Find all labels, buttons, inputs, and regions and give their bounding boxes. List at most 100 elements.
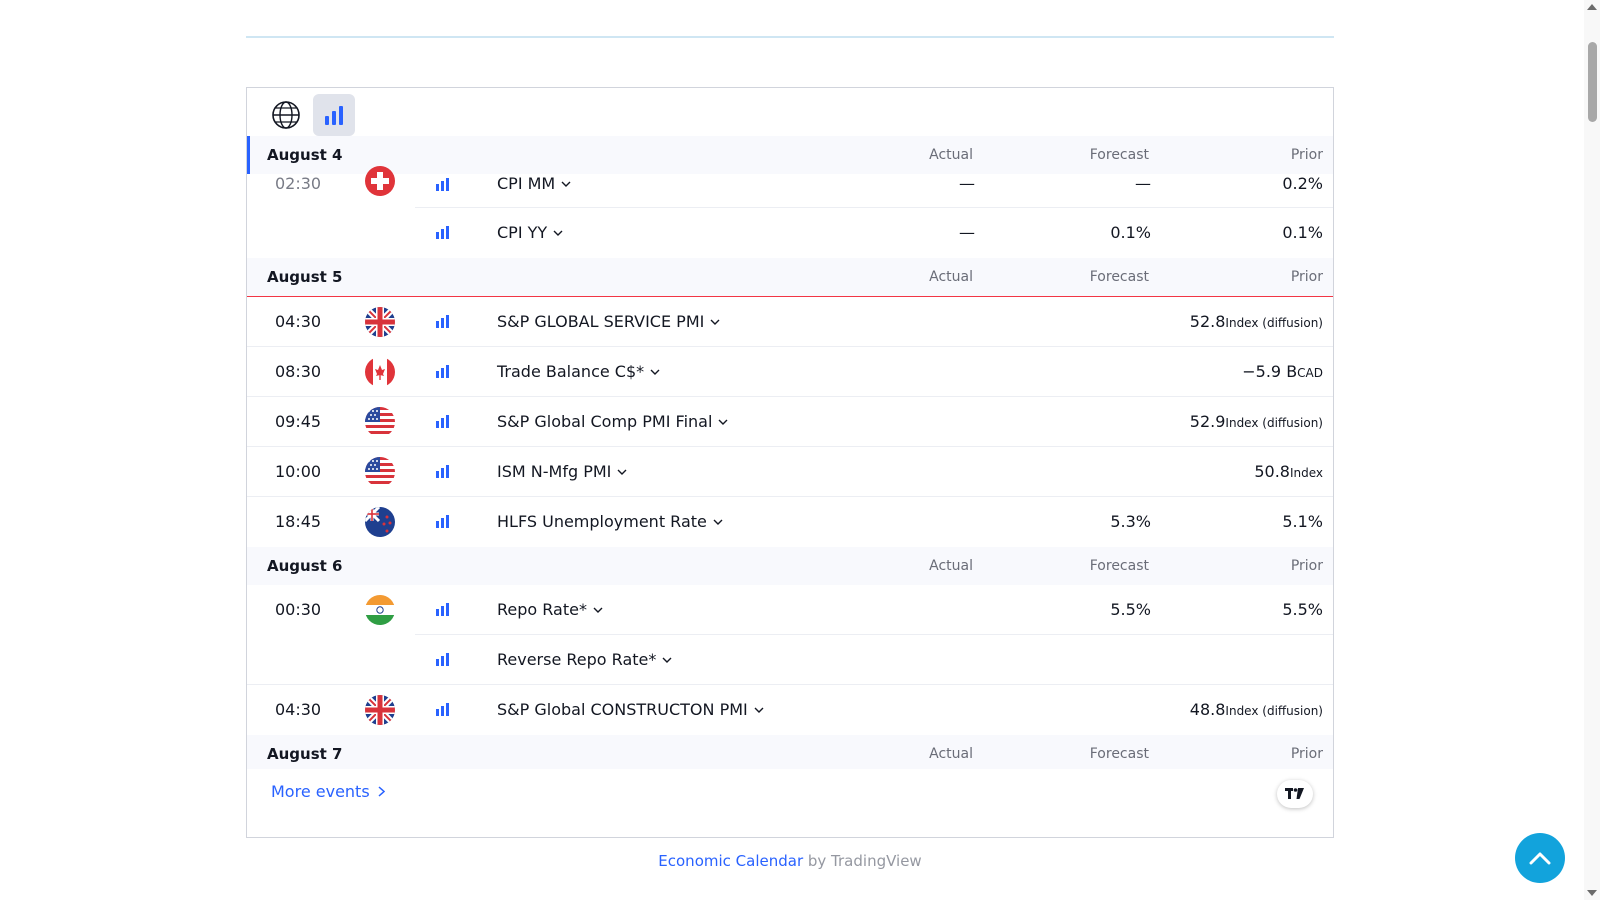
event-title[interactable]: Reverse Repo Rate* [497, 650, 672, 669]
event-row[interactable]: 08:30 Trade Balance C$* −5.9 BCAD [247, 347, 1333, 397]
event-forecast: 5.3% [1110, 512, 1151, 531]
event-prior: 52.8Index (diffusion) [1190, 312, 1323, 331]
event-time: 00:30 [275, 600, 322, 619]
event-title-text: ISM N-Mfg PMI [497, 462, 612, 481]
event-title-text: S&P Global Comp PMI Final [497, 412, 713, 431]
event-title-text: Reverse Repo Rate* [497, 650, 657, 669]
chevron-down-icon [617, 469, 627, 475]
event-time: 08:30 [275, 362, 322, 381]
event-forecast: 5.5% [1110, 600, 1151, 619]
date-label: August 5 [267, 268, 343, 286]
event-title[interactable]: Trade Balance C$* [497, 362, 660, 381]
actual-column-header: Actual [929, 558, 973, 574]
event-title-text: S&P Global CONSTRUCTON PMI [497, 700, 748, 719]
importance-icon [436, 363, 450, 382]
tradingview-logo-icon [1285, 788, 1304, 799]
scrollbar-thumb[interactable] [1588, 42, 1597, 122]
event-prior: −5.9 BCAD [1242, 362, 1323, 381]
event-row[interactable]: Reverse Repo Rate* [247, 635, 1333, 685]
event-actual: — [959, 223, 975, 242]
prior-value: 48.8 [1189, 700, 1226, 719]
event-title-text: Trade Balance C$* [497, 362, 645, 381]
event-title-text: CPI MM [497, 174, 556, 193]
chevron-down-icon [561, 181, 571, 187]
chevron-down-icon [593, 607, 603, 613]
chevron-down-icon [713, 519, 723, 525]
chevron-down-icon [650, 369, 660, 375]
globe-icon [272, 101, 300, 129]
event-row[interactable]: 04:30 S&P Global CONSTRUCTON PMI 48.8Ind… [247, 685, 1333, 735]
prior-unit: Index (diffusion) [1225, 316, 1323, 330]
bar-chart-icon [325, 106, 343, 125]
importance-icon [436, 313, 450, 332]
event-title[interactable]: S&P GLOBAL SERVICE PMI [497, 312, 720, 331]
event-title[interactable]: ISM N-Mfg PMI [497, 462, 627, 481]
uk-flag-icon [365, 695, 395, 725]
event-title[interactable]: HLFS Unemployment Rate [497, 512, 723, 531]
actual-column-header: Actual [929, 147, 973, 163]
event-prior: 0.1% [1282, 223, 1323, 242]
importance-icon [436, 701, 450, 720]
prior-column-header: Prior [1290, 147, 1323, 163]
event-time: 10:00 [275, 462, 322, 481]
prior-value: 52.8 [1189, 312, 1226, 331]
chevron-down-icon [718, 419, 728, 425]
date-header: August 4 Actual Forecast Prior [247, 136, 1333, 174]
event-row[interactable]: CPI YY — 0.1% 0.1% [247, 208, 1333, 258]
more-events-label: More events [271, 782, 370, 801]
economic-calendar-link[interactable]: Economic Calendar [658, 852, 803, 870]
prior-column-header: Prior [1290, 558, 1323, 574]
event-row[interactable]: 00:30 Repo Rate* 5.5% 5.5% [247, 585, 1333, 635]
date-header: August 5 Actual Forecast Prior [247, 258, 1333, 297]
scroll-down-arrow-icon[interactable] [1587, 890, 1597, 896]
canada-flag-icon [365, 357, 395, 387]
footer-suffix: by TradingView [803, 852, 922, 870]
event-title[interactable]: CPI YY [497, 223, 563, 242]
event-row[interactable]: 09:45 S&P Global Comp PMI Final 52.9Inde… [247, 397, 1333, 447]
event-forecast: — [1135, 174, 1151, 193]
economic-calendar-widget: August 4 Actual Forecast Prior 02:30 CPI… [246, 87, 1334, 838]
event-row[interactable]: 18:45 HLFS Unemployment Rate 5.3% 5.1% [247, 497, 1333, 547]
calendar-rows: August 4 Actual Forecast Prior 02:30 CPI… [247, 136, 1333, 769]
globe-filter-button[interactable] [265, 94, 307, 136]
india-flag-icon [365, 595, 395, 625]
forecast-column-header: Forecast [1089, 269, 1149, 285]
new-zealand-flag-icon [365, 507, 395, 537]
event-row[interactable]: 02:30 CPI MM — — 0.2% [247, 166, 1333, 208]
event-title[interactable]: Repo Rate* [497, 600, 603, 619]
importance-filter-button[interactable] [313, 94, 355, 136]
event-title[interactable]: S&P Global CONSTRUCTON PMI [497, 700, 764, 719]
date-header: August 6 Actual Forecast Prior [247, 547, 1333, 585]
event-row[interactable]: 04:30 S&P GLOBAL SERVICE PMI 52.8Index (… [247, 297, 1333, 347]
actual-column-header: Actual [929, 746, 973, 762]
event-actual: — [959, 174, 975, 193]
event-title[interactable]: S&P Global Comp PMI Final [497, 412, 728, 431]
forecast-column-header: Forecast [1089, 147, 1149, 163]
prior-unit: Index (diffusion) [1225, 704, 1323, 718]
event-row[interactable]: 10:00 ISM N-Mfg PMI 50.8Index [247, 447, 1333, 497]
importance-icon [436, 224, 450, 243]
event-prior: 0.2% [1282, 174, 1323, 193]
scroll-to-top-button[interactable] [1515, 833, 1565, 883]
more-events-link[interactable]: More events [271, 782, 385, 801]
prior-value: 50.8 [1254, 462, 1290, 481]
uk-flag-icon [365, 307, 395, 337]
scroll-up-arrow-icon[interactable] [1587, 4, 1597, 10]
importance-icon [436, 651, 450, 670]
event-time: 02:30 [275, 174, 322, 193]
event-prior: 50.8Index [1254, 462, 1323, 481]
chevron-down-icon [710, 319, 720, 325]
event-prior: 5.5% [1282, 600, 1323, 619]
forecast-column-header: Forecast [1089, 746, 1149, 762]
page-scrollbar[interactable] [1584, 0, 1600, 900]
date-label: August 6 [267, 557, 343, 575]
event-time: 18:45 [275, 512, 322, 531]
prior-unit: Index (diffusion) [1225, 416, 1323, 430]
event-title[interactable]: CPI MM [497, 174, 571, 193]
date-label: August 7 [267, 745, 343, 763]
event-time: 09:45 [275, 412, 322, 431]
prior-column-header: Prior [1290, 269, 1323, 285]
tradingview-logo-button[interactable] [1277, 780, 1313, 808]
chevron-down-icon [553, 230, 563, 236]
widget-footer: Economic Calendar by TradingView [0, 852, 1580, 870]
